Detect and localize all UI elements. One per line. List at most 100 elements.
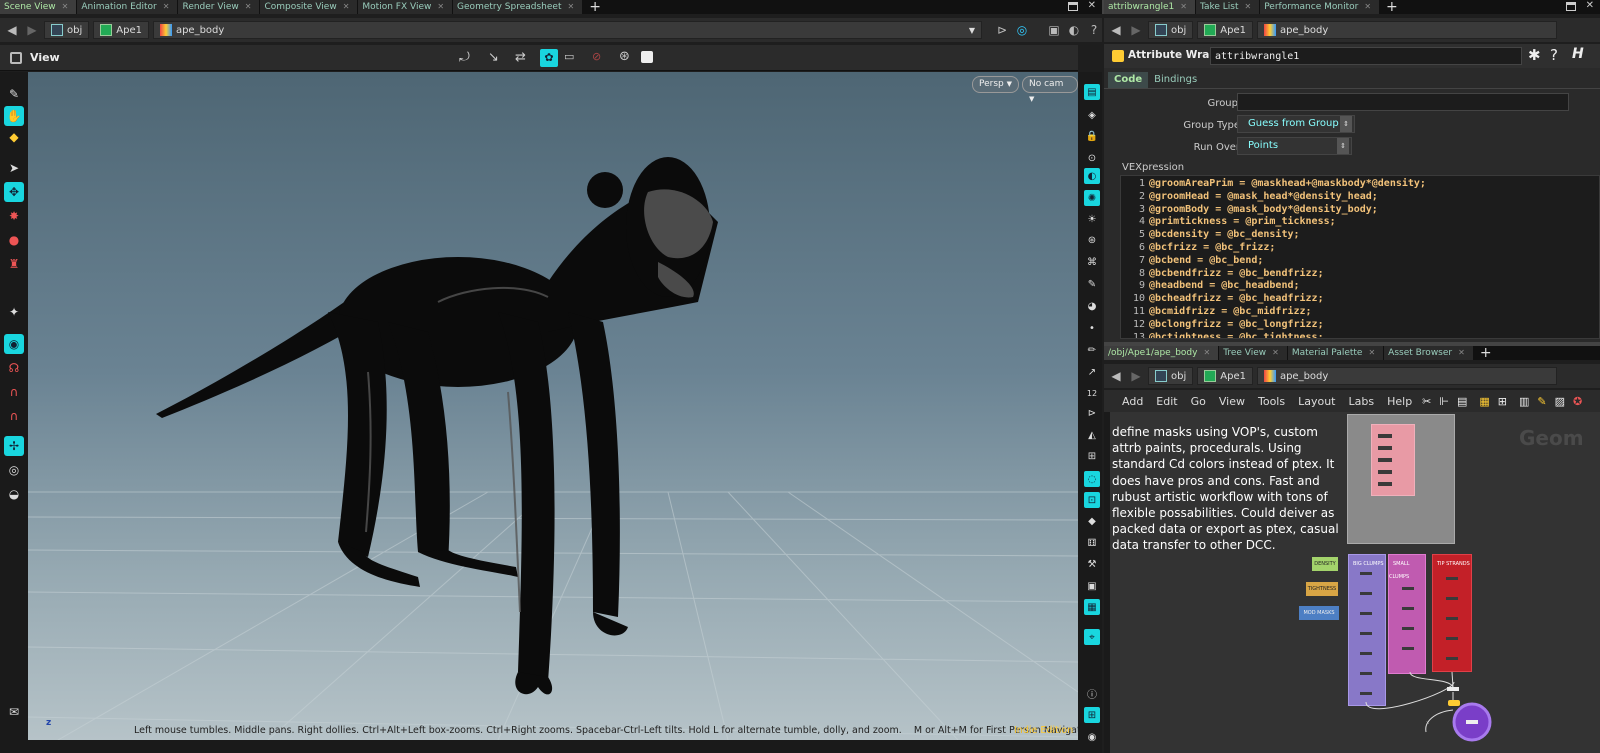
forward-arrow-icon[interactable]: ▶ [1128,368,1144,384]
display-points-icon[interactable]: ⊙ [1084,150,1100,166]
brush-tool-icon[interactable]: ✎ [4,84,24,104]
menu-help[interactable]: Help [1387,395,1412,408]
box-tool-icon[interactable]: ▭ [564,50,574,63]
menu-view[interactable]: View [1219,395,1245,408]
list-icon[interactable]: ▤ [1457,395,1467,408]
fog-icon[interactable]: ⌘ [1084,254,1100,270]
dot-icon[interactable]: • [1084,320,1100,336]
add-tab-button[interactable]: + [1380,0,1404,14]
box-icon[interactable]: ▣ [1084,578,1100,594]
close-tab-icon[interactable]: ✕ [1272,346,1279,360]
select-tool-icon[interactable]: ✿ [540,49,558,67]
tab-code[interactable]: Code [1108,72,1149,88]
tag-icon[interactable]: ⊳ [1084,405,1100,421]
dice-icon[interactable]: ⚅ [1084,535,1100,551]
path-crumb-node[interactable]: ape_body [1256,367,1557,385]
add-tab-button[interactable]: + [1474,346,1498,360]
move-tool-icon[interactable]: ✥ [4,182,24,202]
viewer-tab-4[interactable]: Motion FX View ✕ [358,0,454,14]
path-crumb-object[interactable]: Ape1 [1197,21,1253,39]
path-crumb-node[interactable]: ape_body [1256,21,1557,39]
viewer-tab-3[interactable]: Composite View ✕ [260,0,359,14]
display-options-icon[interactable]: ▣ [1046,22,1062,38]
close-tab-icon[interactable]: ✕ [437,0,444,14]
lock-camera-icon[interactable]: 🔒 [1084,128,1100,144]
network-tab-2[interactable]: Material Palette ✕ [1287,346,1385,360]
network-tab-0[interactable]: /obj/Ape1/ape_body ✕ [1104,346,1220,360]
display-shaded-icon[interactable]: ▤ [1084,84,1100,100]
close-tab-icon[interactable]: ✕ [567,0,574,14]
forward-arrow-icon[interactable]: ▶ [1128,22,1144,38]
viewer-tab-5[interactable]: Geometry Spreadsheet ✕ [453,0,584,14]
no-entry-icon[interactable]: ⊘ [592,50,601,63]
background-icon[interactable]: ✎ [1084,276,1100,292]
vex-code-editor[interactable]: 1 @groomAreaPrim = @maskhead+@maskbody*@d… [1120,175,1600,339]
tree-icon[interactable]: ⊩ [1439,395,1449,408]
close-tab-icon[interactable]: ✕ [1245,0,1252,14]
pin-icon[interactable]: ⊳ [994,22,1010,38]
run-over-dropdown[interactable]: Points ⇕ [1237,137,1352,155]
close-tab-icon[interactable]: ✕ [1364,0,1371,14]
script-tool-icon[interactable]: ✉ [4,702,24,722]
close-tab-icon[interactable]: ✕ [1458,346,1465,360]
flipbook-icon[interactable]: ◒ [4,484,24,504]
view-camera-icon[interactable]: ◉ [4,334,24,354]
group-field[interactable] [1237,93,1569,111]
viewer-tab-0[interactable]: Scene View ✕ [0,0,78,14]
headlight-icon[interactable]: ☀ [1084,211,1100,227]
pan-tool-icon[interactable]: ↘ [488,50,499,65]
scale-tool-icon[interactable]: ● [4,230,24,250]
close-tab-icon[interactable]: ✕ [1203,346,1210,360]
back-arrow-icon[interactable]: ◀ [1108,22,1124,38]
chevron-down-icon[interactable]: ▼ [969,26,975,35]
info-icon[interactable]: ⓘ [1084,685,1100,701]
persp-dropdown[interactable]: Persp ▼ [972,76,1020,93]
image-icon[interactable]: ▦ [1084,599,1100,615]
grid-snap-icon[interactable]: ✢ [4,436,24,456]
help-icon[interactable]: ? [1550,46,1558,64]
gallery-icon[interactable]: ▨ [1555,395,1565,408]
add-tab-button[interactable]: + [583,0,607,14]
snapshot-view-icon[interactable]: ◌ [1084,471,1100,487]
camera-dropdown[interactable]: No cam ▼ [1022,76,1078,103]
path-crumb-obj[interactable]: obj [1148,21,1194,39]
pin-tool-icon[interactable]: ⌖ [1084,629,1100,645]
menu-labs[interactable]: Labs [1349,395,1375,408]
camera-icon[interactable]: ⊛ [619,49,630,64]
number-icon[interactable]: 12 [1084,385,1100,401]
notes-icon[interactable]: ▥ [1519,395,1529,408]
back-arrow-icon[interactable]: ◀ [1108,368,1124,384]
visible-icon[interactable]: ◭ [1084,427,1100,443]
arrow-tool-icon[interactable]: ↗ [1084,364,1100,380]
snap-tool-icon[interactable]: ∩ [4,406,24,426]
eye-icon[interactable]: ◉ [1084,729,1100,745]
lighting-icon[interactable]: ◐ [1084,168,1100,184]
camera-light-icon[interactable]: ⊛ [1084,232,1100,248]
guide-icon[interactable]: ◕ [1084,298,1100,314]
wrench-icon[interactable]: ⚒ [1084,556,1100,572]
path-crumb-obj[interactable]: obj [1148,367,1194,385]
view-handle-icon[interactable] [10,52,22,64]
pencil-icon[interactable]: ✏ [1084,342,1100,358]
network-tab-3[interactable]: Asset Browser ✕ [1384,346,1474,360]
tab-bindings[interactable]: Bindings [1148,72,1203,88]
close-tab-icon[interactable]: ✕ [62,0,69,14]
window-menu-icon[interactable] [1566,2,1576,11]
tumble-tool-icon[interactable]: ⤾ [459,50,470,65]
display-wire-icon[interactable]: ◈ [1084,107,1100,123]
magnet-tool-icon[interactable]: ∩ [4,382,24,402]
window-menu-icon[interactable] [1068,2,1078,11]
path-crumb-obj[interactable]: obj [44,21,90,39]
paint-icon[interactable]: ✪ [1573,395,1582,408]
snapshot-tool-icon[interactable] [641,51,653,63]
render-region-icon[interactable]: ◎ [4,460,24,480]
close-tab-icon[interactable]: ✕ [245,0,252,14]
path-crumb-object[interactable]: Ape1 [93,21,149,39]
params-tab-0[interactable]: attribwrangle1 ✕ [1104,0,1196,14]
gear-icon[interactable]: ✱ [1528,46,1541,64]
sticky-tool-icon[interactable]: ◆ [4,127,24,147]
handle-tool-icon[interactable]: ♜ [4,254,24,274]
sticky-note-icon[interactable]: ✎ [1537,395,1546,408]
dolly-tool-icon[interactable]: ⇄ [515,50,526,65]
light-bulb-icon[interactable]: ✺ [1084,190,1100,206]
